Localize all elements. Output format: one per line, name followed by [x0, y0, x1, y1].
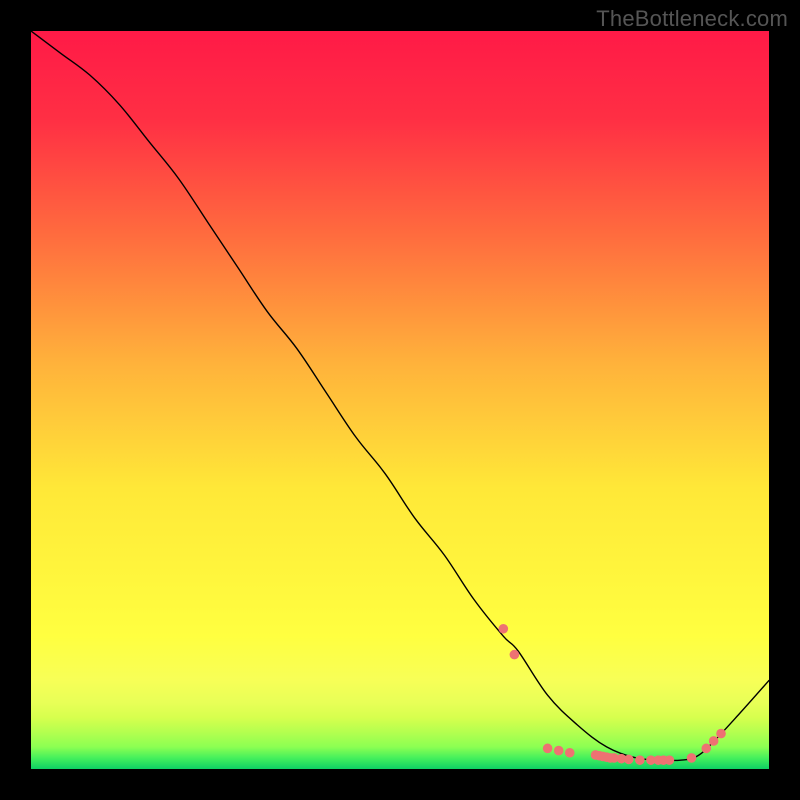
highlight-point: [510, 650, 520, 660]
highlight-point: [665, 755, 675, 765]
plot-area: [31, 31, 769, 769]
highlight-point: [554, 746, 564, 756]
highlight-point: [701, 744, 711, 754]
chart-svg: [31, 31, 769, 769]
chart-frame: TheBottleneck.com: [0, 0, 800, 800]
highlight-point: [687, 753, 697, 763]
highlight-point: [624, 755, 634, 765]
highlight-point: [565, 748, 575, 758]
watermark-text: TheBottleneck.com: [596, 6, 788, 32]
highlight-point: [543, 744, 553, 754]
highlight-point: [709, 736, 719, 746]
highlight-point: [499, 624, 509, 634]
highlight-point: [716, 729, 726, 739]
highlight-point: [635, 755, 645, 765]
gradient-background: [31, 31, 769, 769]
